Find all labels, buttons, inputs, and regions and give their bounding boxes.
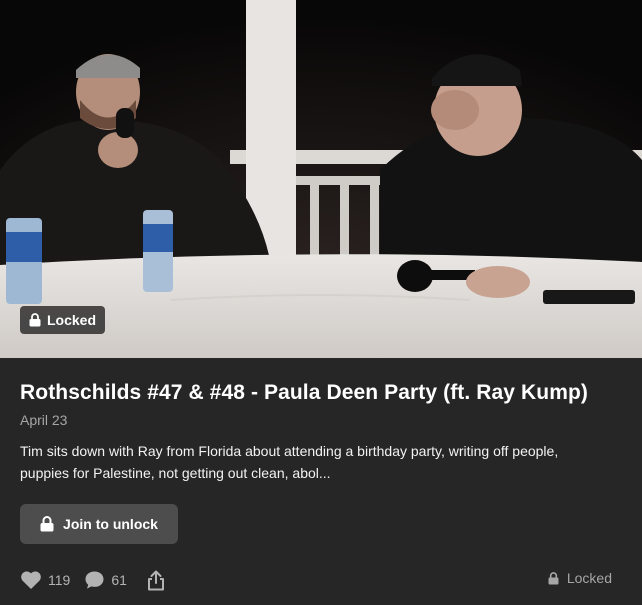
locked-status-label: Locked <box>566 570 612 586</box>
locked-status: Locked <box>548 570 612 586</box>
post-thumbnail[interactable]: Locked <box>0 0 642 358</box>
post-card: Locked Rothschilds #47 & #48 - Paula Dee… <box>0 0 642 605</box>
post-description: Tim sits down with Ray from Florida abou… <box>20 443 559 481</box>
join-to-unlock-label: Join to unlock <box>63 516 158 532</box>
comment-count: 61 <box>111 572 127 588</box>
locked-badge-label: Locked <box>47 312 97 328</box>
like-button[interactable]: 119 <box>20 570 70 590</box>
post-title[interactable]: Rothschilds #47 & #48 - Paula Deen Party… <box>20 381 588 405</box>
share-icon <box>147 570 164 590</box>
lock-icon <box>40 516 54 532</box>
lock-icon <box>29 313 41 327</box>
comment-button[interactable]: 61 <box>84 570 127 590</box>
join-to-unlock-button[interactable]: Join to unlock <box>20 504 178 544</box>
like-count: 119 <box>48 572 71 588</box>
share-button[interactable] <box>147 570 165 591</box>
thumbnail-image <box>0 0 642 358</box>
post-actions: 119 61 <box>20 568 179 592</box>
post-date: April 23 <box>20 412 68 428</box>
heart-icon <box>21 571 41 589</box>
lock-icon <box>548 571 559 584</box>
locked-badge: Locked <box>20 306 106 334</box>
comment-bubble-icon <box>85 571 104 589</box>
